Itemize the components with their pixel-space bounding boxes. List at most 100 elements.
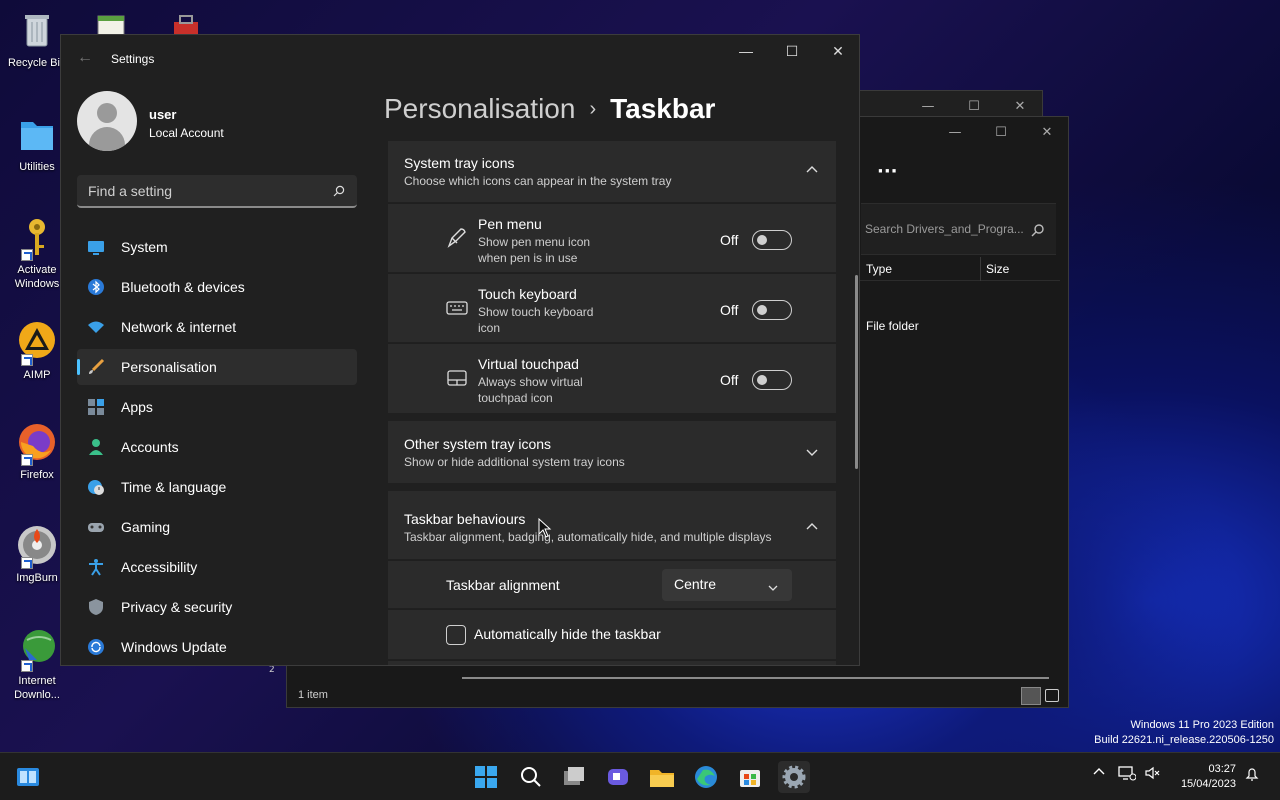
- shortcut-arrow-icon: [21, 454, 33, 466]
- edge-icon[interactable]: [690, 761, 722, 793]
- file-explorer-icon[interactable]: [646, 761, 678, 793]
- minimize-button[interactable]: —: [932, 117, 978, 147]
- virtual-touchpad-row: Virtual touchpad Always show virtual tou…: [388, 343, 836, 413]
- chevron-up-icon[interactable]: [1092, 765, 1106, 782]
- nav-item-apps[interactable]: Apps: [77, 389, 357, 425]
- os-watermark: Windows 11 Pro 2023 Edition Build 22621.…: [1094, 718, 1274, 748]
- horizontal-scrollbar[interactable]: [462, 677, 1049, 679]
- card-description: Taskbar alignment, badging, automaticall…: [404, 530, 772, 544]
- accessibility-icon: [87, 558, 105, 576]
- touchpad-icon: [446, 367, 468, 389]
- system-tray-icons-card[interactable]: System tray icons Choose which icons can…: [388, 141, 836, 202]
- nav-item-privacy-security[interactable]: Privacy & security: [77, 589, 357, 625]
- breadcrumb-parent[interactable]: Personalisation: [384, 93, 575, 124]
- row-type-cell[interactable]: File folder: [866, 319, 919, 333]
- explorer-search-bar[interactable]: Search Drivers_and_Progra...: [861, 203, 1056, 255]
- taskbar-alignment-dropdown[interactable]: Centre: [662, 569, 792, 601]
- close-button[interactable]: ✕: [1024, 117, 1070, 147]
- chat-icon[interactable]: [602, 761, 634, 793]
- gamepad-icon: [87, 518, 105, 536]
- breadcrumb-separator: ›: [589, 98, 597, 120]
- clock[interactable]: 03:27 15/04/2023: [1181, 762, 1236, 792]
- tiles-view-icon[interactable]: [1045, 689, 1059, 702]
- notification-bell-icon[interactable]: [1244, 766, 1260, 785]
- nav-item-label: System: [121, 239, 168, 255]
- pen-icon: [446, 227, 468, 249]
- shortcut-arrow-icon: [21, 249, 33, 261]
- network-icon[interactable]: [1118, 765, 1137, 784]
- row-title: Taskbar alignment: [446, 577, 560, 593]
- titlebar: ← Settings — ☐ ✕: [61, 35, 859, 83]
- minimize-button[interactable]: —: [723, 35, 769, 67]
- chevron-up-icon[interactable]: [806, 520, 818, 532]
- key-icon: [15, 215, 59, 261]
- nav-item-label: Gaming: [121, 519, 171, 535]
- chevron-up-icon[interactable]: [806, 163, 818, 175]
- globe-clock-icon: [87, 478, 105, 496]
- nav-item-gaming[interactable]: Gaming: [77, 509, 357, 545]
- back-button[interactable]: ←: [77, 49, 93, 67]
- touch-keyboard-toggle[interactable]: [752, 300, 792, 320]
- window-title: Settings: [111, 52, 155, 66]
- nav-item-bluetooth-devices[interactable]: Bluetooth & devices: [77, 269, 357, 305]
- clock-time: 03:27: [1208, 763, 1236, 775]
- chevron-down-icon[interactable]: [806, 445, 818, 457]
- mouse-cursor-icon: [538, 517, 552, 538]
- nav-item-label: Personalisation: [121, 359, 217, 375]
- monitor-icon: [87, 238, 105, 256]
- taskbar-behaviours-card[interactable]: Taskbar behaviours Taskbar alignment, ba…: [388, 491, 836, 559]
- keyboard-icon: [446, 297, 468, 319]
- nav-item-system[interactable]: System: [77, 229, 357, 265]
- nav-item-accessibility[interactable]: Accessibility: [77, 549, 357, 585]
- content-scrollbar[interactable]: [855, 275, 858, 469]
- search-input[interactable]: [77, 175, 317, 206]
- other-system-tray-icons-card[interactable]: Other system tray icons Show or hide add…: [388, 421, 836, 483]
- settings-search[interactable]: [77, 175, 357, 208]
- auto-hide-checkbox[interactable]: [446, 625, 466, 645]
- watermark-edition: Windows 11 Pro 2023 Edition: [1130, 719, 1275, 731]
- column-size[interactable]: Size: [986, 262, 1009, 276]
- update-icon: [87, 638, 105, 656]
- start-icon[interactable]: [470, 761, 502, 793]
- details-view-icon[interactable]: [1021, 687, 1041, 705]
- close-button[interactable]: ✕: [815, 35, 859, 67]
- search-icon: [1031, 222, 1045, 237]
- page-title: Taskbar: [610, 93, 716, 124]
- nav-item-accounts[interactable]: Accounts: [77, 429, 357, 465]
- nav-item-network-internet[interactable]: Network & internet: [77, 309, 357, 345]
- window-controls: — ☐ ✕: [932, 117, 1070, 147]
- explorer-search-placeholder: Search Drivers_and_Progra...: [865, 222, 1024, 236]
- nav-item-time-language[interactable]: Time & language: [77, 469, 357, 505]
- toggle-state: Off: [720, 372, 739, 388]
- maximize-button[interactable]: ☐: [769, 35, 815, 67]
- avatar[interactable]: [77, 91, 137, 151]
- maximize-button[interactable]: ☐: [978, 117, 1024, 147]
- shield-icon: [87, 598, 105, 616]
- row-title: Virtual touchpad: [478, 356, 579, 372]
- nav-item-label: Accessibility: [121, 559, 198, 575]
- volume-muted-icon[interactable]: [1144, 765, 1160, 784]
- virtual-touchpad-toggle[interactable]: [752, 370, 792, 390]
- settings-gear-icon[interactable]: [778, 761, 810, 793]
- nav-item-windows-update[interactable]: Windows Update: [77, 629, 357, 665]
- checkbox-label[interactable]: Automatically hide the taskbar: [474, 626, 661, 642]
- settings-nav: System Bluetooth & devices Network & int…: [77, 229, 357, 665]
- column-type[interactable]: Type: [866, 262, 892, 276]
- task-view-icon[interactable]: [558, 761, 590, 793]
- pen-menu-row: Pen menu Show pen menu icon when pen is …: [388, 203, 836, 272]
- settings-window[interactable]: ← Settings — ☐ ✕ user Local Account Syst…: [60, 34, 860, 666]
- shortcut-arrow-icon: [21, 660, 33, 672]
- settings-content: System tray icons Choose which icons can…: [388, 141, 836, 665]
- column-divider: [980, 257, 981, 281]
- desktop-icon-label: Internet Downlo...: [14, 675, 60, 701]
- shortcut-arrow-icon: [21, 354, 33, 366]
- store-icon[interactable]: [734, 761, 766, 793]
- search-icon[interactable]: [514, 761, 546, 793]
- card-title: System tray icons: [404, 155, 515, 171]
- dropdown-value: Centre: [674, 576, 717, 592]
- nav-item-label: Windows Update: [121, 639, 227, 655]
- widgets-icon[interactable]: [12, 761, 44, 793]
- nav-item-personalisation[interactable]: Personalisation: [77, 349, 357, 385]
- pen-menu-toggle[interactable]: [752, 230, 792, 250]
- more-options-button[interactable]: ···: [877, 161, 898, 182]
